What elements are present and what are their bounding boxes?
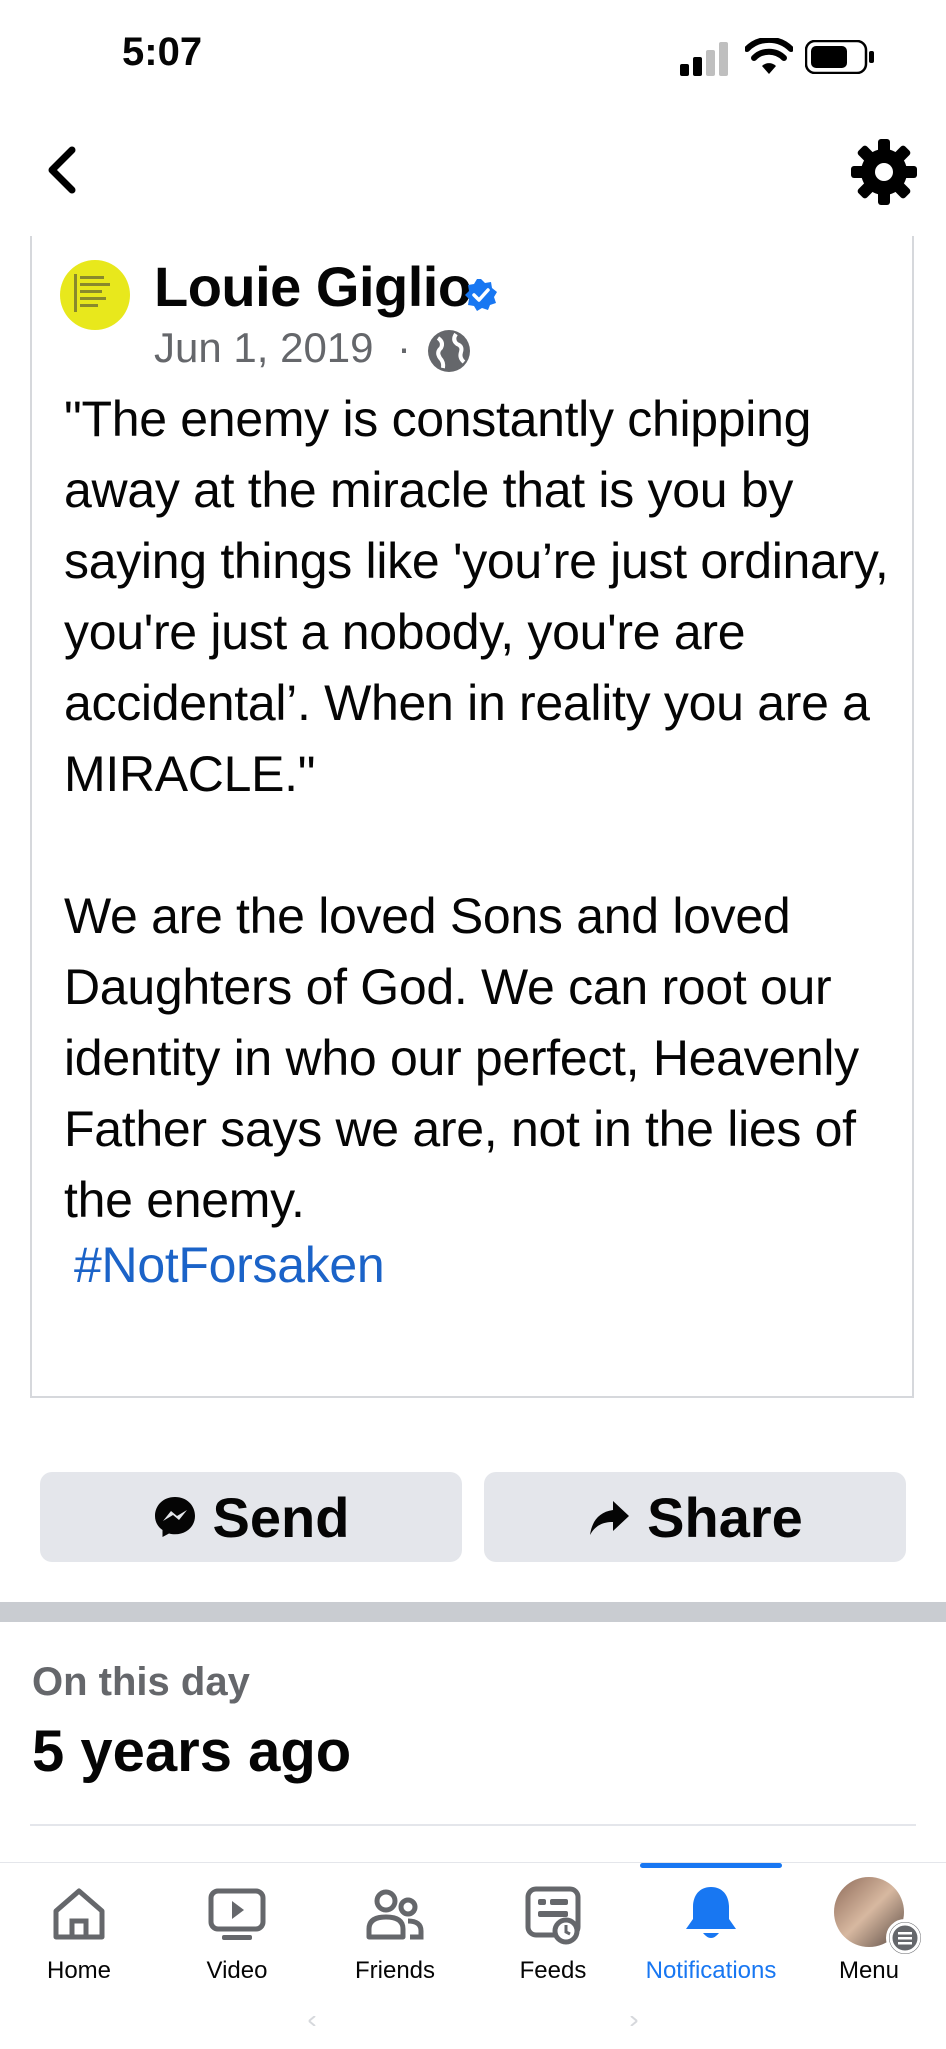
section-divider	[0, 1602, 946, 1622]
feeds-icon	[525, 1886, 581, 1945]
status-time: 5:07	[122, 30, 203, 74]
tab-feeds[interactable]: Feeds	[474, 1863, 632, 1984]
friends-icon	[366, 1889, 424, 1940]
tab-notifications[interactable]: Notifications	[632, 1863, 790, 1984]
top-nav	[0, 110, 946, 235]
post-date[interactable]: Jun 1, 2019	[154, 324, 374, 372]
on-this-day-label: On this day	[32, 1660, 250, 1704]
tab-home[interactable]: Home	[0, 1863, 158, 1984]
post-card: Louie Giglio Jun 1, 2019 · "The enemy is…	[30, 236, 914, 1398]
home-indicator	[308, 2016, 638, 2026]
bell-icon	[686, 1887, 736, 1938]
video-icon	[208, 1888, 266, 1940]
share-button[interactable]: Share	[484, 1472, 906, 1562]
globe-icon	[428, 330, 470, 372]
tab-label: Menu	[838, 1957, 900, 1984]
tab-menu[interactable]: Menu	[790, 1863, 946, 1984]
post-body-text: "The enemy is constantly chipping away a…	[64, 391, 889, 1228]
share-arrow-icon	[590, 1501, 630, 1535]
tab-label: Video	[206, 1957, 268, 1984]
memories-title: 5 years ago	[32, 1719, 352, 1784]
tab-video[interactable]: Video	[158, 1863, 316, 1984]
hashtag-link[interactable]: #NotForsaken	[74, 1236, 385, 1294]
tab-label: Home	[46, 1957, 112, 1984]
tab-label: Notifications	[645, 1957, 777, 1984]
share-label: Share	[647, 1485, 803, 1549]
messenger-icon	[154, 1497, 195, 1537]
page-avatar-logo[interactable]	[60, 260, 130, 330]
battery-icon	[805, 40, 874, 74]
tab-label: Feeds	[519, 1957, 587, 1984]
verified-badge-icon	[465, 279, 497, 311]
status-bar: 5:07	[0, 0, 946, 110]
back-arrow-icon[interactable]	[38, 140, 88, 200]
date-separator: ·	[397, 324, 411, 371]
signal-icon	[680, 42, 728, 76]
home-icon	[53, 1888, 105, 1940]
gear-icon[interactable]	[850, 138, 918, 206]
menu-badge-icon	[886, 1919, 924, 1957]
send-button[interactable]: Send	[40, 1472, 462, 1562]
tab-label: Friends	[354, 1957, 436, 1984]
wifi-icon	[745, 38, 793, 74]
divider	[30, 1824, 916, 1826]
author-name[interactable]: Louie Giglio	[154, 254, 472, 319]
send-label: Send	[212, 1485, 350, 1549]
tab-friends[interactable]: Friends	[316, 1863, 474, 1984]
